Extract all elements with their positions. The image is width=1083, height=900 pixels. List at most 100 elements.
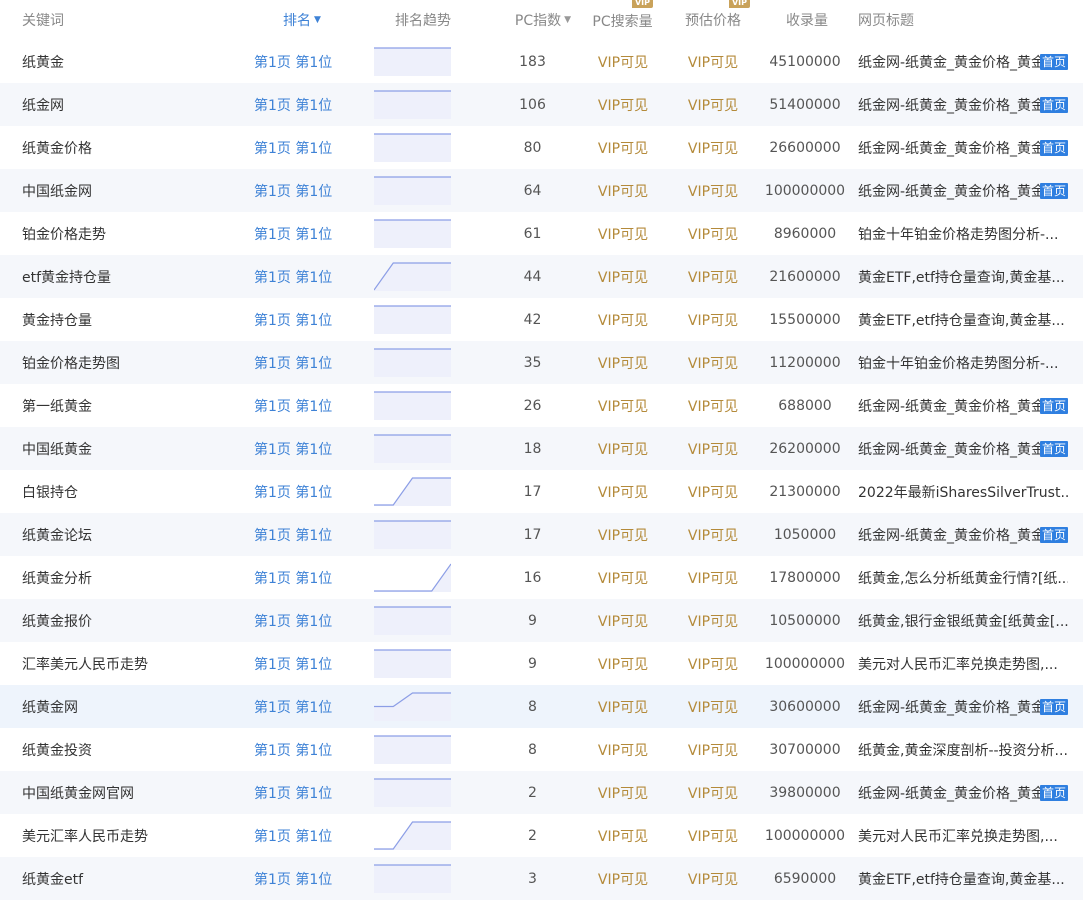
rank-trend-sparkline[interactable] bbox=[374, 520, 451, 549]
vip-visible-text[interactable]: VIP可见 bbox=[688, 181, 738, 201]
vip-visible-text[interactable]: VIP可见 bbox=[598, 525, 648, 545]
rank-trend-sparkline[interactable] bbox=[374, 176, 451, 205]
vip-visible-text[interactable]: VIP可见 bbox=[688, 611, 738, 631]
rank-trend-sparkline[interactable] bbox=[374, 434, 451, 463]
vip-visible-text[interactable]: VIP可见 bbox=[688, 740, 738, 760]
vip-visible-text[interactable]: VIP可见 bbox=[598, 181, 648, 201]
vip-visible-text[interactable]: VIP可见 bbox=[688, 525, 738, 545]
rank-trend-sparkline[interactable] bbox=[374, 649, 451, 678]
page-title-link[interactable]: 纸金网-纸黄金_黄金价格_黄金 bbox=[858, 783, 1068, 803]
vip-visible-text[interactable]: VIP可见 bbox=[598, 52, 648, 72]
rank-link[interactable]: 第1页 第1位 bbox=[254, 181, 332, 201]
vip-visible-text[interactable]: VIP可见 bbox=[598, 869, 648, 889]
page-title-link[interactable]: 铂金十年铂金价格走势图分析-... bbox=[858, 353, 1068, 373]
vip-visible-text[interactable]: VIP可见 bbox=[688, 267, 738, 287]
page-title-link[interactable]: 纸金网-纸黄金_黄金价格_黄金 bbox=[858, 95, 1068, 115]
vip-visible-text[interactable]: VIP可见 bbox=[598, 353, 648, 373]
vip-visible-text[interactable]: VIP可见 bbox=[688, 869, 738, 889]
vip-visible-text[interactable]: VIP可见 bbox=[598, 439, 648, 459]
rank-link[interactable]: 第1页 第1位 bbox=[254, 95, 332, 115]
rank-trend-sparkline[interactable] bbox=[374, 348, 451, 377]
header-rank-sort[interactable]: 排名 ▼ bbox=[283, 0, 383, 40]
vip-visible-text[interactable]: VIP可见 bbox=[688, 353, 738, 373]
vip-visible-text[interactable]: VIP可见 bbox=[598, 224, 648, 244]
rank-link[interactable]: 第1页 第1位 bbox=[254, 568, 332, 588]
rank-link[interactable]: 第1页 第1位 bbox=[254, 783, 332, 803]
page-title-link[interactable]: 纸金网-纸黄金_黄金价格_黄金 bbox=[858, 52, 1068, 72]
rank-trend-sparkline[interactable] bbox=[374, 864, 451, 893]
page-title-link[interactable]: 美元对人民币汇率兑换走势图,... bbox=[858, 826, 1068, 846]
vip-visible-text[interactable]: VIP可见 bbox=[688, 826, 738, 846]
rank-link[interactable]: 第1页 第1位 bbox=[254, 224, 332, 244]
vip-visible-text[interactable]: VIP可见 bbox=[598, 568, 648, 588]
page-title-link[interactable]: 2022年最新iSharesSilverTrust... bbox=[858, 482, 1068, 502]
rank-trend-sparkline[interactable] bbox=[374, 47, 451, 76]
vip-visible-text[interactable]: VIP可见 bbox=[688, 568, 738, 588]
rank-link[interactable]: 第1页 第1位 bbox=[254, 525, 332, 545]
rank-link[interactable]: 第1页 第1位 bbox=[254, 396, 332, 416]
rank-link[interactable]: 第1页 第1位 bbox=[254, 611, 332, 631]
rank-link[interactable]: 第1页 第1位 bbox=[254, 654, 332, 674]
page-title-link[interactable]: 纸金网-纸黄金_黄金价格_黄金 bbox=[858, 396, 1068, 416]
page-title-link[interactable]: 铂金十年铂金价格走势图分析-... bbox=[858, 224, 1068, 244]
rank-trend-sparkline[interactable] bbox=[374, 133, 451, 162]
vip-visible-text[interactable]: VIP可见 bbox=[598, 826, 648, 846]
rank-trend-sparkline[interactable] bbox=[374, 778, 451, 807]
page-title-link[interactable]: 纸金网-纸黄金_黄金价格_黄金 bbox=[858, 138, 1068, 158]
rank-link[interactable]: 第1页 第1位 bbox=[254, 482, 332, 502]
rank-trend-sparkline[interactable] bbox=[374, 219, 451, 248]
page-title-link[interactable]: 黄金ETF,etf持仓量查询,黄金基... bbox=[858, 869, 1068, 889]
page-title-link[interactable]: 纸黄金,银行金银纸黄金[纸黄金[... bbox=[858, 611, 1068, 631]
vip-visible-text[interactable]: VIP可见 bbox=[598, 654, 648, 674]
page-title-link[interactable]: 美元对人民币汇率兑换走势图,... bbox=[858, 654, 1068, 674]
rank-link[interactable]: 第1页 第1位 bbox=[254, 52, 332, 72]
rank-link[interactable]: 第1页 第1位 bbox=[254, 740, 332, 760]
vip-visible-text[interactable]: VIP可见 bbox=[598, 396, 648, 416]
rank-link[interactable]: 第1页 第1位 bbox=[254, 310, 332, 330]
page-title-link[interactable]: 纸金网-纸黄金_黄金价格_黄金 bbox=[858, 697, 1068, 717]
page-title-link[interactable]: 纸黄金,怎么分析纸黄金行情?[纸... bbox=[858, 568, 1068, 588]
rank-link[interactable]: 第1页 第1位 bbox=[254, 267, 332, 287]
rank-trend-sparkline[interactable] bbox=[374, 391, 451, 420]
rank-trend-sparkline[interactable] bbox=[374, 90, 451, 119]
vip-visible-text[interactable]: VIP可见 bbox=[598, 740, 648, 760]
page-title-link[interactable]: 黄金ETF,etf持仓量查询,黄金基... bbox=[858, 310, 1068, 330]
vip-visible-text[interactable]: VIP可见 bbox=[688, 439, 738, 459]
vip-visible-text[interactable]: VIP可见 bbox=[688, 396, 738, 416]
rank-trend-sparkline[interactable] bbox=[374, 563, 451, 592]
vip-visible-text[interactable]: VIP可见 bbox=[688, 482, 738, 502]
rank-trend-sparkline[interactable] bbox=[374, 477, 451, 506]
vip-visible-text[interactable]: VIP可见 bbox=[598, 138, 648, 158]
vip-visible-text[interactable]: VIP可见 bbox=[688, 224, 738, 244]
page-title-link[interactable]: 纸黄金,黄金深度剖析--投资分析... bbox=[858, 740, 1068, 760]
rank-link[interactable]: 第1页 第1位 bbox=[254, 138, 332, 158]
vip-visible-text[interactable]: VIP可见 bbox=[598, 95, 648, 115]
rank-link[interactable]: 第1页 第1位 bbox=[254, 869, 332, 889]
vip-visible-text[interactable]: VIP可见 bbox=[598, 267, 648, 287]
vip-visible-text[interactable]: VIP可见 bbox=[598, 783, 648, 803]
rank-trend-sparkline[interactable] bbox=[374, 735, 451, 764]
vip-visible-text[interactable]: VIP可见 bbox=[598, 482, 648, 502]
rank-trend-sparkline[interactable] bbox=[374, 821, 451, 850]
vip-visible-text[interactable]: VIP可见 bbox=[598, 611, 648, 631]
rank-trend-sparkline[interactable] bbox=[374, 262, 451, 291]
vip-visible-text[interactable]: VIP可见 bbox=[688, 783, 738, 803]
rank-link[interactable]: 第1页 第1位 bbox=[254, 826, 332, 846]
page-title-link[interactable]: 黄金ETF,etf持仓量查询,黄金基... bbox=[858, 267, 1068, 287]
rank-link[interactable]: 第1页 第1位 bbox=[254, 439, 332, 459]
rank-link[interactable]: 第1页 第1位 bbox=[254, 353, 332, 373]
page-title-link[interactable]: 纸金网-纸黄金_黄金价格_黄金 bbox=[858, 439, 1068, 459]
rank-link[interactable]: 第1页 第1位 bbox=[254, 697, 332, 717]
vip-visible-text[interactable]: VIP可见 bbox=[688, 95, 738, 115]
rank-trend-sparkline[interactable] bbox=[374, 606, 451, 635]
page-title-link[interactable]: 纸金网-纸黄金_黄金价格_黄金 bbox=[858, 525, 1068, 545]
rank-trend-sparkline[interactable] bbox=[374, 692, 451, 721]
vip-visible-text[interactable]: VIP可见 bbox=[688, 697, 738, 717]
vip-visible-text[interactable]: VIP可见 bbox=[688, 654, 738, 674]
header-pc-index-sort[interactable]: PC指数 ▼ bbox=[508, 0, 578, 40]
rank-trend-sparkline[interactable] bbox=[374, 305, 451, 334]
vip-visible-text[interactable]: VIP可见 bbox=[598, 310, 648, 330]
vip-visible-text[interactable]: VIP可见 bbox=[688, 310, 738, 330]
vip-visible-text[interactable]: VIP可见 bbox=[688, 52, 738, 72]
vip-visible-text[interactable]: VIP可见 bbox=[688, 138, 738, 158]
